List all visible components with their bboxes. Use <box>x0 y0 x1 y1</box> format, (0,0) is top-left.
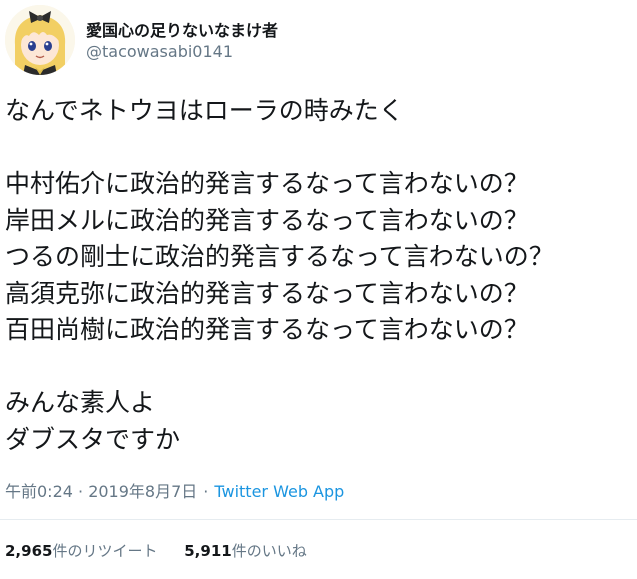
likes-count: 5,911 <box>184 542 232 560</box>
tweet-line: なんでネトウヨはローラの時みたく <box>5 96 404 125</box>
retweets-count: 2,965 <box>5 542 53 560</box>
tweet-line: 百田尚樹に政治的発言するなって言わないの？ <box>5 315 529 344</box>
retweets-stat[interactable]: 2,965件のリツイート <box>5 540 157 561</box>
meta-separator: · <box>203 482 209 501</box>
tweet-line: 岸田メルに政治的発言するなって言わないの？ <box>5 205 529 235</box>
user-handle[interactable]: @tacowasabi0141 <box>86 42 233 61</box>
tweet-line: ダブスタですか <box>5 424 181 454</box>
tweet-text: なんでネトウヨはローラの時みたく 中村佑介に政治的発言するなって言わないの？ 岸… <box>5 93 632 458</box>
avatar-anime-character-icon <box>5 5 75 75</box>
likes-stat[interactable]: 5,911件のいいね <box>184 540 306 561</box>
avatar[interactable] <box>5 5 75 75</box>
tweet-source-link[interactable]: Twitter Web App <box>214 482 344 501</box>
tweet-line: 中村佑介に政治的発言するなって言わないの？ <box>5 169 529 198</box>
tweet-timestamp[interactable]: 午前0:24 · 2019年8月7日 <box>5 482 197 501</box>
tweet-meta: 午前0:24 · 2019年8月7日 · Twitter Web App <box>5 478 344 502</box>
display-name[interactable]: 愛国心の足りないなまけ者 <box>86 17 278 41</box>
tweet-line: 高須克弥に政治的発言するなって言わないの？ <box>5 278 529 308</box>
divider <box>0 519 637 520</box>
tweet-header: 愛国心の足りないなまけ者 @tacowasabi0141 <box>5 5 625 75</box>
tweet-line: つるの剛士に政治的発言するなって言わないの？ <box>5 242 554 271</box>
tweet-stats: 2,965件のリツイート 5,911件のいいね <box>5 540 329 561</box>
tweet-line: みんな素人よ <box>5 388 156 417</box>
likes-label: 件のいいね <box>231 542 307 560</box>
retweets-label: 件のリツイート <box>52 542 158 560</box>
